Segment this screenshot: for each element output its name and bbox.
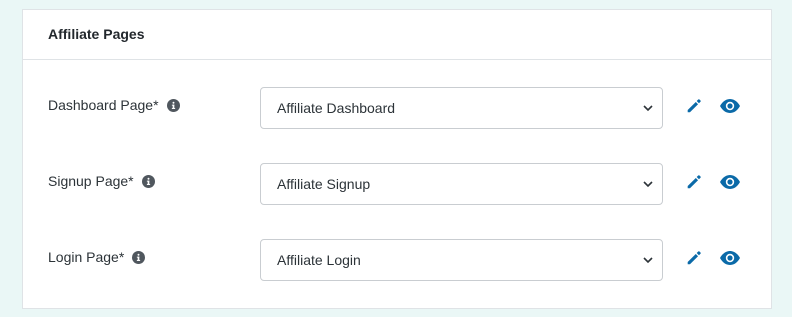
signup-page-select-value: Affiliate Signup bbox=[277, 176, 371, 192]
dashboard-page-row: Dashboard Page* Affiliate Dashboard bbox=[23, 87, 771, 129]
eye-icon bbox=[720, 99, 740, 113]
login-page-label-wrap: Login Page* bbox=[48, 249, 146, 265]
panel-title: Affiliate Pages bbox=[48, 26, 145, 42]
pencil-icon bbox=[687, 99, 701, 113]
signup-page-label: Signup Page* bbox=[48, 173, 134, 189]
info-icon[interactable] bbox=[166, 98, 180, 112]
signup-page-row: Signup Page* Affiliate Signup bbox=[23, 163, 771, 205]
login-page-select[interactable]: Affiliate Login bbox=[260, 239, 663, 281]
login-page-select-value: Affiliate Login bbox=[277, 252, 361, 268]
dashboard-page-select-value: Affiliate Dashboard bbox=[277, 100, 396, 116]
pencil-icon bbox=[687, 251, 701, 265]
login-page-label: Login Page* bbox=[48, 249, 125, 265]
signup-page-edit-button[interactable] bbox=[683, 171, 705, 193]
affiliate-pages-panel: Affiliate Pages Dashboard Page* Affiliat… bbox=[22, 9, 772, 309]
info-icon[interactable] bbox=[132, 250, 146, 264]
signup-page-select[interactable]: Affiliate Signup bbox=[260, 163, 663, 205]
dashboard-page-label: Dashboard Page* bbox=[48, 97, 159, 113]
chevron-down-icon bbox=[643, 257, 653, 264]
dashboard-page-edit-button[interactable] bbox=[683, 95, 705, 117]
login-page-edit-button[interactable] bbox=[683, 247, 705, 269]
login-page-row: Login Page* Affiliate Login bbox=[23, 239, 771, 281]
eye-icon bbox=[720, 175, 740, 189]
info-icon[interactable] bbox=[141, 174, 155, 188]
signup-page-view-button[interactable] bbox=[719, 171, 741, 193]
panel-header: Affiliate Pages bbox=[23, 10, 771, 60]
eye-icon bbox=[720, 251, 740, 265]
pencil-icon bbox=[687, 175, 701, 189]
chevron-down-icon bbox=[643, 181, 653, 188]
dashboard-page-select[interactable]: Affiliate Dashboard bbox=[260, 87, 663, 129]
login-page-view-button[interactable] bbox=[719, 247, 741, 269]
signup-page-label-wrap: Signup Page* bbox=[48, 173, 155, 189]
dashboard-page-label-wrap: Dashboard Page* bbox=[48, 97, 180, 113]
dashboard-page-view-button[interactable] bbox=[719, 95, 741, 117]
chevron-down-icon bbox=[643, 105, 653, 112]
